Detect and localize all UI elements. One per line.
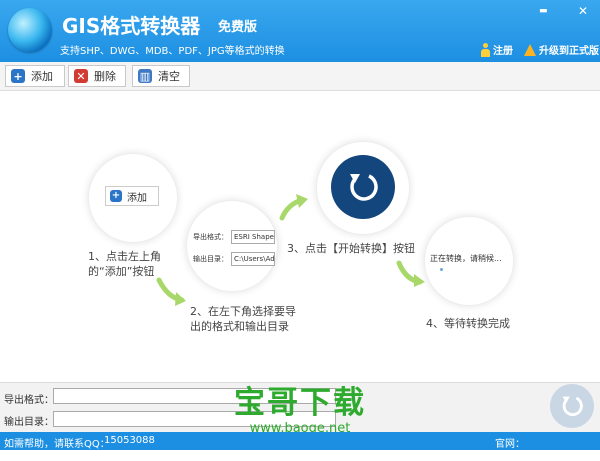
start-convert-illustration: [331, 155, 395, 219]
mini-output-value: C:\Users\Adm: [231, 252, 275, 266]
mini-export-row: 导出格式： ESRI Shapefile: [193, 230, 275, 244]
step1-line2: 的“添加”按钮: [88, 265, 155, 278]
clear-label: 清空: [158, 70, 180, 83]
mini-add-label: 添加: [127, 192, 147, 204]
upgrade-label: 升级到正式版: [539, 46, 599, 57]
delete-button[interactable]: ✕ 删除: [68, 65, 126, 87]
register-label: 注册: [493, 46, 513, 57]
register-link[interactable]: 注册: [481, 42, 513, 57]
green-arrow-icon: [279, 194, 308, 221]
mini-output-label: 输出目录：: [193, 255, 228, 263]
qq-number: 15053088: [104, 435, 155, 446]
website-text: 官网：www.gissaas.com: [495, 439, 584, 461]
green-arrow-icon: [156, 277, 186, 306]
app-subtitle: 支持SHP、DWG、MDB、PDF、JPG等格式的转换: [60, 46, 285, 57]
mini-export-value: ESRI Shapefile: [231, 230, 275, 244]
step2-line2: 出的格式和输出目录: [190, 320, 289, 333]
export-format-label: 导出格式：: [4, 395, 54, 406]
upgrade-link[interactable]: 升级到正式版: [524, 42, 599, 57]
status-bar: 如需帮助，请联系QQ： 15053088 官网：www.gissaas.com: [0, 432, 600, 461]
edition-label: 免费版: [218, 20, 258, 35]
step4-text: 4、等待转换完成: [426, 317, 510, 330]
add-label: 添加: [31, 70, 53, 83]
mini-export-label: 导出格式：: [193, 233, 228, 241]
delete-x-icon: ✕: [74, 69, 88, 83]
app-header: GIS格式转换器 免费版 支持SHP、DWG、MDB、PDF、JPG等格式的转换…: [0, 0, 600, 62]
minimize-button[interactable]: ▬: [539, 6, 548, 16]
converting-text: 正在转换，请稍候...: [430, 254, 502, 263]
plus-icon: +: [11, 69, 25, 83]
globe-logo-icon: [8, 8, 52, 52]
add-button[interactable]: + 添加: [5, 65, 65, 87]
watermark: 宝哥下载 www.baoge.net: [225, 385, 375, 437]
app-title: GIS格式转换器: [62, 14, 201, 38]
upgrade-arrow-icon: [524, 43, 536, 56]
clear-button[interactable]: ▥ 清空: [132, 65, 190, 87]
refresh-icon: [350, 174, 378, 201]
close-button[interactable]: ✕: [578, 4, 588, 18]
trash-icon: ▥: [138, 69, 152, 83]
step1-line1: 1、点击左上角: [88, 250, 161, 263]
plus-icon: +: [110, 190, 122, 202]
delete-label: 删除: [94, 70, 116, 83]
step3-text: 3、点击【开始转换】按钮: [287, 242, 415, 255]
output-dir-label: 输出目录：: [4, 417, 54, 428]
toolbar: + 添加 ✕ 删除 ▥ 清空: [0, 62, 600, 91]
watermark-title: 宝哥下载: [234, 385, 366, 421]
step2-line1: 2、在左下角选择要导: [190, 305, 296, 318]
start-convert-button[interactable]: [550, 384, 594, 428]
step1-text: 1、点击左上角 的“添加”按钮: [88, 249, 161, 279]
mini-output-row: 输出目录： C:\Users\Adm: [193, 252, 275, 266]
refresh-icon: [562, 396, 583, 417]
user-icon: [481, 42, 490, 57]
mini-add-button-illustration: + 添加: [105, 186, 159, 206]
help-text: 如需帮助，请联系QQ：: [4, 439, 110, 450]
progress-dot: [440, 268, 443, 271]
step2-circle: [186, 200, 278, 292]
step2-text: 2、在左下角选择要导 出的格式和输出目录: [190, 304, 296, 334]
